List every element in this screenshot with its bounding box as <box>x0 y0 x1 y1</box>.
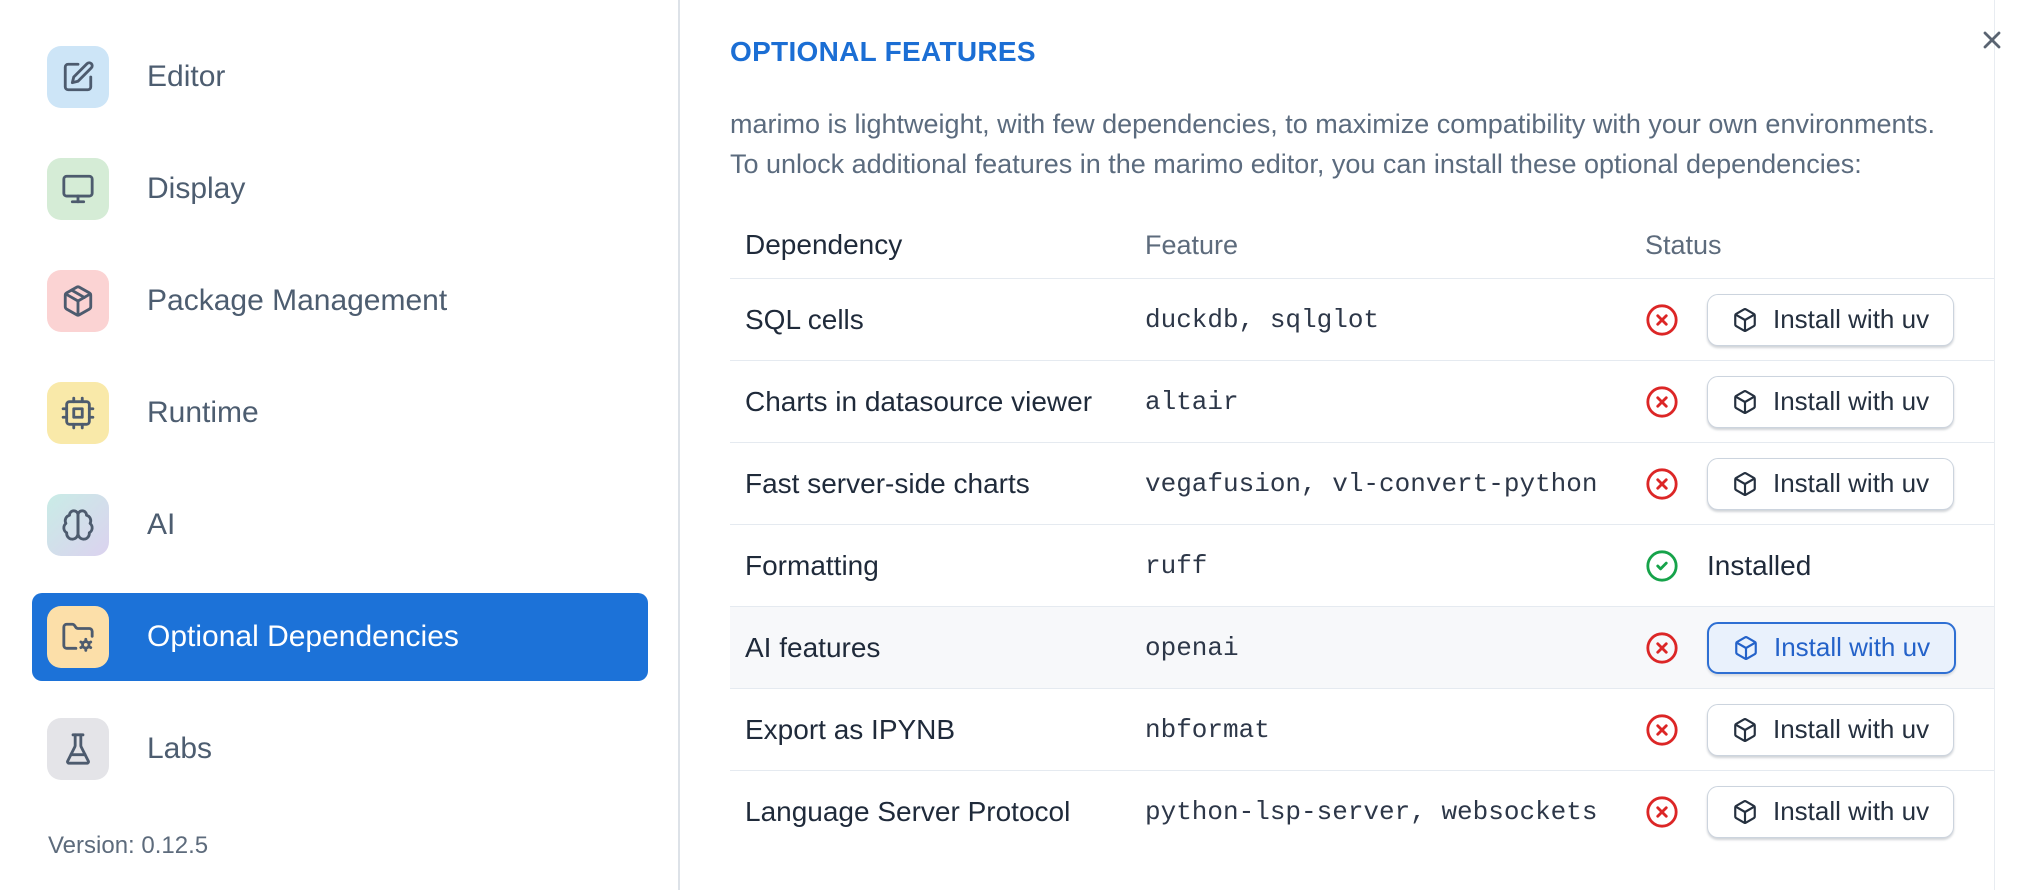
optional-dependencies-panel: OPTIONAL FEATURES marimo is lightweight,… <box>682 0 2042 890</box>
settings-sidebar: Editor Display Package Management Runtime AI… <box>0 0 680 890</box>
install-with-uv-button[interactable]: Install with uv <box>1707 375 1955 428</box>
dependency-name: Language Server Protocol <box>745 795 1071 827</box>
feature-packages: ruff <box>1145 550 1208 581</box>
circle-x-icon <box>1645 713 1679 747</box>
table-row-export-as-ipynb: Export as IPYNB nbformat Install with uv <box>730 688 1995 770</box>
table-row-ai-features: AI features openai Install with uv <box>730 606 1995 688</box>
installed-status-label: Installed <box>1707 549 1812 581</box>
table-row-sql-cells: SQL cells duckdb, sqlglot Install with uv <box>730 278 1995 360</box>
status-cell: Install with uv <box>1645 621 1995 674</box>
install-button-label: Install with uv <box>1774 632 1931 662</box>
table-row-fast-server-side-charts: Fast server-side charts vegafusion, vl-co… <box>730 442 1995 524</box>
circle-x-icon <box>1645 795 1679 829</box>
flask-icon <box>47 718 109 780</box>
cpu-icon <box>47 382 109 444</box>
sidebar-item-label: Labs <box>147 732 213 765</box>
dependency-name: AI features <box>745 631 881 663</box>
pencil-square-icon <box>47 46 109 108</box>
dependency-name: Fast server-side charts <box>745 467 1030 499</box>
status-cell: Install with uv <box>1645 703 1995 756</box>
circle-x-icon <box>1645 385 1679 419</box>
description-line-2: To unlock additional features in the mar… <box>730 149 1862 179</box>
box-icon <box>1732 307 1758 333</box>
box-icon <box>1732 389 1758 415</box>
package-icon <box>47 270 109 332</box>
install-with-uv-button[interactable]: Install with uv <box>1707 785 1955 838</box>
dependency-name: Formatting <box>745 549 879 581</box>
box-icon <box>1732 717 1758 743</box>
dependencies-table: Dependency Feature Status SQL cells duckd… <box>730 212 1995 852</box>
sidebar-item-optional-dependencies[interactable]: Optional Dependencies <box>32 593 648 681</box>
sidebar-item-labs[interactable]: Labs <box>32 705 648 793</box>
install-button-label: Install with uv <box>1773 304 1930 334</box>
feature-packages: openai <box>1145 632 1239 663</box>
status-cell: Install with uv <box>1645 293 1995 346</box>
install-button-label: Install with uv <box>1773 714 1930 744</box>
circle-check-icon <box>1645 549 1679 583</box>
brain-icon <box>47 494 109 556</box>
version-label: Version: 0.12.5 <box>48 832 209 859</box>
sidebar-item-package-management[interactable]: Package Management <box>32 257 648 345</box>
column-header-status: Status <box>1645 229 1722 260</box>
table-row-charts-in-datasource-viewer: Charts in datasource viewer altair Install… <box>730 360 1995 442</box>
table-body: SQL cells duckdb, sqlglot Install with uv C… <box>730 278 1995 852</box>
install-with-uv-button[interactable]: Install with uv <box>1707 703 1955 756</box>
page-title: OPTIONAL FEATURES <box>730 36 1036 67</box>
install-button-label: Install with uv <box>1773 796 1930 826</box>
circle-x-icon <box>1645 303 1679 337</box>
sidebar-item-label: Runtime <box>147 396 259 429</box>
sidebar-item-label: Package Management <box>147 284 448 317</box>
status-cell: Installed <box>1645 549 1995 583</box>
install-with-uv-button[interactable]: Install with uv <box>1707 293 1955 346</box>
column-header-feature: Feature <box>1145 229 1239 260</box>
box-icon <box>1733 635 1759 661</box>
sidebar-item-label: Editor <box>147 60 226 93</box>
folder-cog-icon <box>47 606 109 668</box>
feature-packages: nbformat <box>1145 714 1270 745</box>
feature-packages: altair <box>1145 386 1239 417</box>
circle-x-icon <box>1645 467 1679 501</box>
table-header-row: Dependency Feature Status <box>730 212 1995 278</box>
table-row-formatting: Formatting ruff Installed <box>730 524 1995 606</box>
sidebar-item-runtime[interactable]: Runtime <box>32 369 648 457</box>
panel-description: marimo is lightweight, with few dependen… <box>730 104 1995 184</box>
install-with-uv-button[interactable]: Install with uv <box>1707 457 1955 510</box>
dependency-name: Export as IPYNB <box>745 713 956 745</box>
status-cell: Install with uv <box>1645 457 1995 510</box>
feature-packages: vegafusion, vl-convert-python <box>1145 468 1598 499</box>
column-header-dependency: Dependency <box>745 229 903 260</box>
sidebar-item-label: Display <box>147 172 246 205</box>
box-icon <box>1732 799 1758 825</box>
description-line-1: marimo is lightweight, with few dependen… <box>730 109 1936 139</box>
table-row-language-server-protocol: Language Server Protocol python-lsp-serve… <box>730 770 1995 852</box>
sidebar-item-label: AI <box>147 508 176 541</box>
status-cell: Install with uv <box>1645 785 1995 838</box>
box-icon <box>1732 471 1758 497</box>
install-button-label: Install with uv <box>1773 386 1930 416</box>
feature-packages: python-lsp-server, websockets <box>1145 796 1598 827</box>
panel-right-divider <box>1994 0 1995 890</box>
feature-packages: duckdb, sqlglot <box>1145 304 1380 335</box>
install-button-label: Install with uv <box>1773 468 1930 498</box>
sidebar-item-ai[interactable]: AI <box>32 481 648 569</box>
circle-x-icon <box>1645 631 1679 665</box>
monitor-icon <box>47 158 109 220</box>
sidebar-item-label: Optional Dependencies <box>147 620 459 653</box>
sidebar-item-display[interactable]: Display <box>32 145 648 233</box>
dependency-name: Charts in datasource viewer <box>745 385 1093 417</box>
sidebar-item-editor[interactable]: Editor <box>32 33 648 121</box>
status-cell: Install with uv <box>1645 375 1995 428</box>
dependency-name: SQL cells <box>745 303 864 335</box>
install-with-uv-button[interactable]: Install with uv <box>1707 621 1957 674</box>
close-icon[interactable] <box>1974 22 2010 58</box>
sidebar-items: Editor Display Package Management Runtime AI… <box>32 33 648 793</box>
